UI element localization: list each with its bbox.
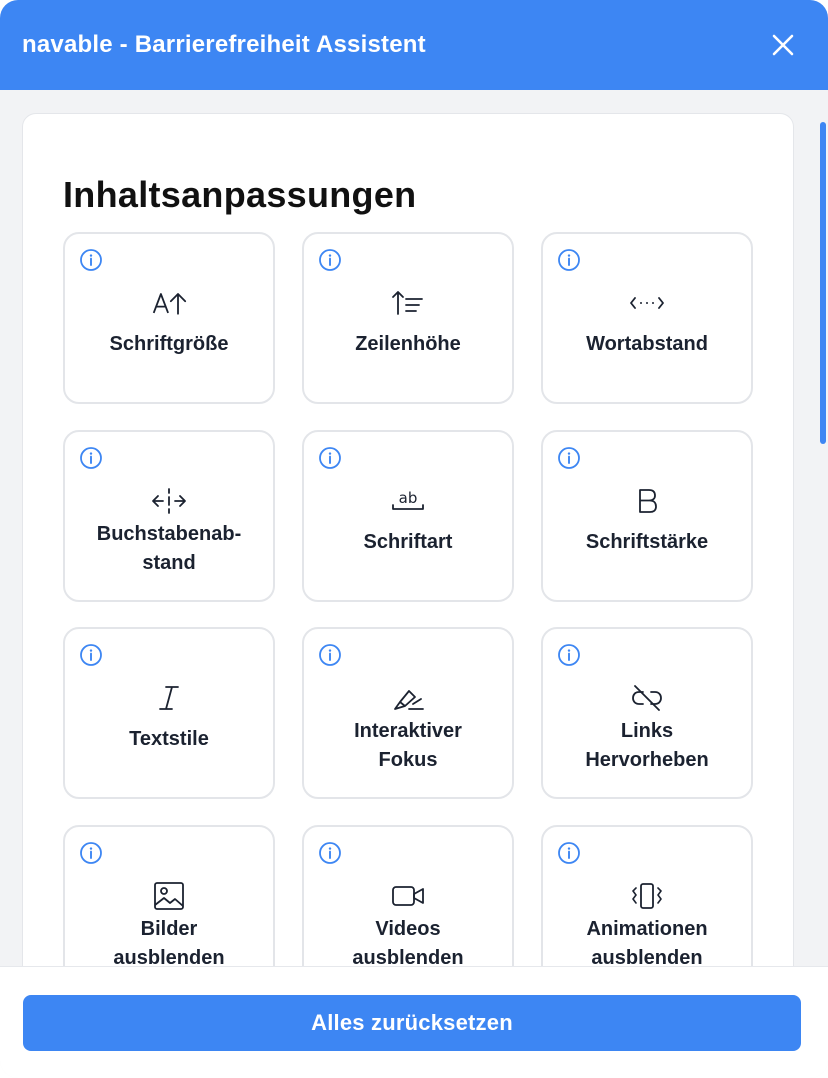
tile-label: Zeilenhöhe	[355, 333, 461, 355]
info-icon[interactable]	[79, 248, 103, 272]
tile-label: Textstile	[129, 728, 209, 750]
tile-word-spacing[interactable]: Wortabstand	[541, 232, 753, 404]
content-adjustments-card: Inhaltsanpassungen Schriftgröße Zeilenhö…	[22, 113, 794, 966]
line-height-icon	[390, 286, 426, 320]
tile-label: Schriftgröße	[109, 333, 229, 355]
reset-all-button[interactable]: Alles zurücksetzen	[23, 995, 801, 1051]
image-icon	[151, 879, 187, 913]
info-icon[interactable]	[557, 248, 581, 272]
tile-label: Schriftstärke	[585, 531, 709, 553]
tile-label: Links Hervorheben	[585, 720, 709, 771]
tile-letter-spacing[interactable]: Buchstabenab- stand	[63, 430, 275, 602]
info-icon[interactable]	[318, 841, 342, 865]
section-title: Inhaltsanpassungen	[63, 174, 417, 215]
info-icon[interactable]	[79, 643, 103, 667]
tile-label: Videos ausblenden	[352, 918, 464, 966]
tile-hide-videos[interactable]: Videos ausblenden	[302, 825, 514, 966]
tile-interactive-focus[interactable]: Interaktiver Fokus	[302, 627, 514, 799]
font-family-icon: ab	[390, 484, 426, 518]
video-icon	[390, 879, 426, 913]
info-icon[interactable]	[318, 248, 342, 272]
info-icon[interactable]	[318, 643, 342, 667]
tile-highlight-links[interactable]: Links Hervorheben	[541, 627, 753, 799]
tile-label: Wortabstand	[586, 333, 708, 355]
close-icon	[772, 34, 794, 56]
font-size-icon	[151, 286, 187, 320]
scrollbar-thumb[interactable]	[820, 122, 826, 444]
text-style-icon	[151, 681, 187, 715]
info-icon[interactable]	[79, 446, 103, 470]
highlighter-icon	[390, 681, 426, 715]
font-weight-icon	[629, 484, 665, 518]
tile-hide-images[interactable]: Bilder ausblenden	[63, 825, 275, 966]
word-spacing-icon	[629, 286, 665, 320]
link-off-icon	[629, 681, 665, 715]
svg-text:ab: ab	[399, 489, 418, 507]
tile-label: Bilder ausblenden	[113, 918, 225, 966]
tile-label: Animationen ausblenden	[586, 918, 708, 966]
letter-spacing-icon	[151, 484, 187, 518]
close-button[interactable]	[768, 30, 798, 60]
content-scroll-area[interactable]: Inhaltsanpassungen Schriftgröße Zeilenhö…	[0, 90, 828, 966]
info-icon[interactable]	[79, 841, 103, 865]
info-icon[interactable]	[557, 841, 581, 865]
tile-hide-animations[interactable]: Animationen ausblenden	[541, 825, 753, 966]
info-icon[interactable]	[557, 446, 581, 470]
accessibility-panel: navable - Barrierefreiheit Assistent Inh…	[0, 0, 828, 1078]
tile-label: Buchstabenab- stand	[96, 523, 242, 574]
panel-footer: Alles zurücksetzen	[0, 966, 828, 1078]
vibrate-icon	[629, 879, 665, 913]
panel-title: navable - Barrierefreiheit Assistent	[22, 31, 426, 58]
tile-text-style[interactable]: Textstile	[63, 627, 275, 799]
info-icon[interactable]	[318, 446, 342, 470]
tile-label: Schriftart	[363, 531, 453, 553]
tile-font-size[interactable]: Schriftgröße	[63, 232, 275, 404]
tile-font-family[interactable]: ab Schriftart	[302, 430, 514, 602]
info-icon[interactable]	[557, 643, 581, 667]
panel-header: navable - Barrierefreiheit Assistent	[0, 0, 828, 90]
tile-line-height[interactable]: Zeilenhöhe	[302, 232, 514, 404]
tile-font-weight[interactable]: Schriftstärke	[541, 430, 753, 602]
tile-label: Interaktiver Fokus	[354, 720, 462, 771]
